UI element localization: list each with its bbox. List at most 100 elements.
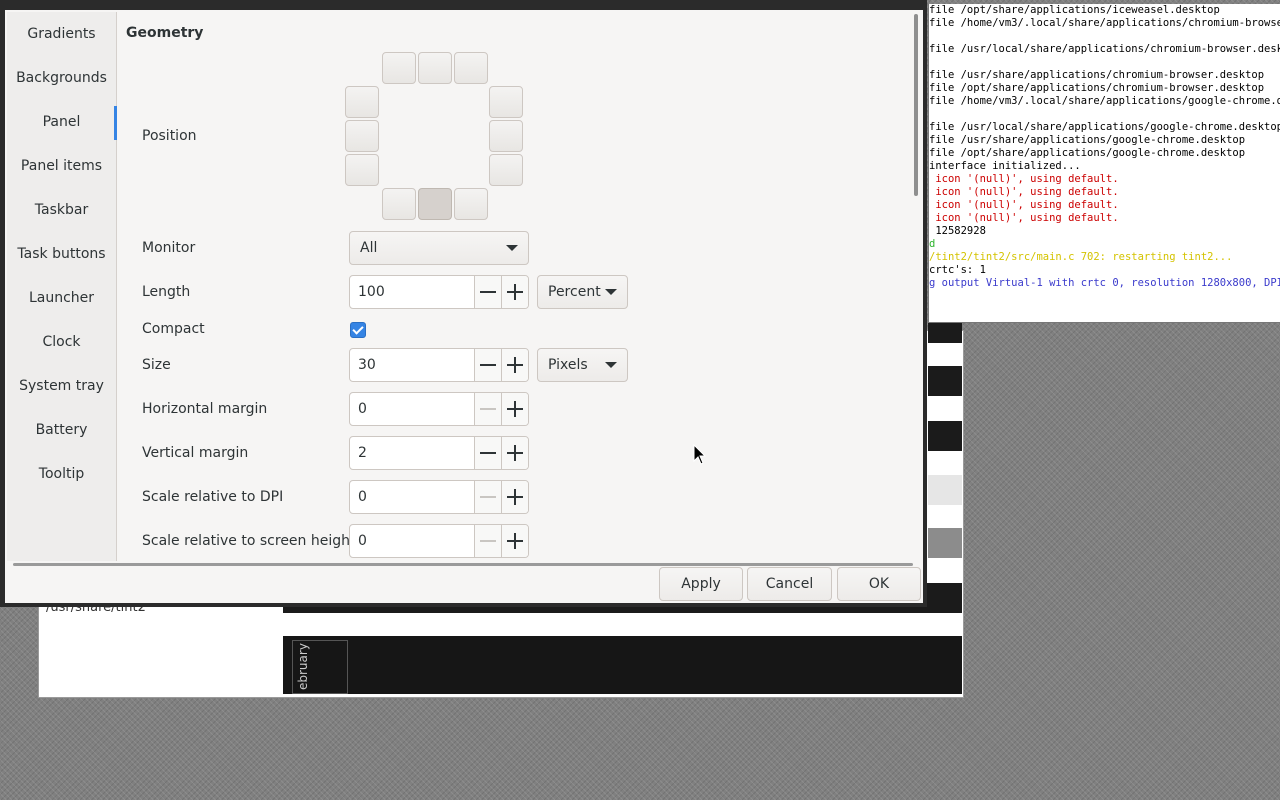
minus-icon bbox=[480, 452, 496, 454]
apply-button[interactable]: Apply bbox=[659, 567, 743, 601]
vertical-margin-label: Vertical margin bbox=[142, 445, 249, 461]
horizontal-margin-increment-button[interactable] bbox=[501, 393, 528, 425]
position-left-top-button[interactable] bbox=[345, 86, 379, 118]
preview-strip bbox=[928, 475, 962, 505]
terminal-line: g output Virtual-1 with crtc 0, resoluti… bbox=[929, 277, 1280, 289]
sidebar-item-taskbar[interactable]: Taskbar bbox=[7, 188, 116, 232]
position-right-bottom-button[interactable] bbox=[489, 154, 523, 186]
sidebar-item-label: Gradients bbox=[27, 26, 96, 42]
sidebar-item-label: Backgrounds bbox=[16, 70, 107, 86]
scale-dpi-input[interactable]: 0 bbox=[350, 481, 475, 513]
scale-screen-increment-button[interactable] bbox=[501, 525, 528, 557]
vertical-margin-decrement-button[interactable] bbox=[475, 437, 501, 469]
vertical-scrollbar[interactable] bbox=[914, 14, 918, 196]
size-label: Size bbox=[142, 357, 171, 373]
monitor-value: All bbox=[360, 240, 378, 256]
sidebar-item-battery[interactable]: Battery bbox=[7, 408, 116, 452]
chevron-down-icon bbox=[605, 289, 617, 295]
chevron-down-icon bbox=[506, 245, 518, 251]
compact-checkbox[interactable] bbox=[350, 322, 366, 338]
scale-screen-input[interactable]: 0 bbox=[350, 525, 475, 557]
terminal-line: icon '(null)', using default. bbox=[929, 186, 1119, 198]
terminal-window[interactable]: file /opt/share/applications/iceweasel.d… bbox=[928, 4, 1280, 323]
position-top-right-button[interactable] bbox=[454, 52, 488, 84]
sidebar-item-clock[interactable]: Clock bbox=[7, 320, 116, 364]
scale-dpi-decrement-button[interactable] bbox=[475, 481, 501, 513]
ok-button[interactable]: OK bbox=[837, 567, 921, 601]
position-left-center-button[interactable] bbox=[345, 120, 379, 152]
sidebar-item-system-tray[interactable]: System tray bbox=[7, 364, 116, 408]
minus-icon bbox=[480, 540, 496, 542]
horizontal-margin-decrement-button[interactable] bbox=[475, 393, 501, 425]
terminal-line: file /home/vm3/.local/share/applications… bbox=[929, 17, 1280, 29]
scale-screen-decrement-button[interactable] bbox=[475, 525, 501, 557]
sidebar-item-gradients[interactable]: Gradients bbox=[7, 12, 116, 56]
plus-icon bbox=[507, 445, 523, 461]
size-input[interactable]: 30 bbox=[350, 349, 475, 381]
section-title: Geometry bbox=[126, 25, 204, 41]
monitor-dropdown[interactable]: All bbox=[349, 231, 529, 265]
sidebar-item-task-buttons[interactable]: Task buttons bbox=[7, 232, 116, 276]
position-right-top-button[interactable] bbox=[489, 86, 523, 118]
length-unit-dropdown[interactable]: Percent bbox=[537, 275, 628, 309]
sidebar-item-label: Panel items bbox=[20, 158, 103, 174]
size-spinbutton: 30 bbox=[349, 348, 529, 382]
vertical-margin-input[interactable]: 2 bbox=[350, 437, 475, 469]
position-bottom-right-button[interactable] bbox=[454, 188, 488, 220]
length-input[interactable]: 100 bbox=[350, 276, 475, 308]
terminal-line: icon '(null)', using default. bbox=[929, 173, 1119, 185]
sidebar-item-label: Taskbar bbox=[34, 202, 89, 218]
length-unit-value: Percent bbox=[548, 284, 601, 300]
sidebar-item-backgrounds[interactable]: Backgrounds bbox=[7, 56, 116, 100]
scale-dpi-label: Scale relative to DPI bbox=[142, 489, 284, 505]
sidebar-item-label: Tooltip bbox=[38, 466, 85, 482]
cancel-button[interactable]: Cancel bbox=[747, 567, 832, 601]
chevron-down-icon bbox=[605, 362, 617, 368]
minus-icon bbox=[480, 496, 496, 498]
monitor-label: Monitor bbox=[142, 240, 196, 256]
terminal-line: file /opt/share/applications/iceweasel.d… bbox=[929, 4, 1220, 16]
plus-icon bbox=[507, 401, 523, 417]
horizontal-scrollbar[interactable] bbox=[13, 563, 913, 566]
minus-icon bbox=[480, 408, 496, 410]
vertical-margin-spinbutton: 2 bbox=[349, 436, 529, 470]
length-increment-button[interactable] bbox=[501, 276, 528, 308]
minus-icon bbox=[480, 364, 496, 366]
sidebar-item-tooltip[interactable]: Tooltip bbox=[7, 452, 116, 496]
scale-dpi-increment-button[interactable] bbox=[501, 481, 528, 513]
length-spinbutton: 100 bbox=[349, 275, 529, 309]
size-decrement-button[interactable] bbox=[475, 349, 501, 381]
sidebar-item-launcher[interactable]: Launcher bbox=[7, 276, 116, 320]
position-bottom-center-button[interactable] bbox=[418, 188, 452, 220]
preview-strip bbox=[928, 366, 962, 396]
terminal-line: icon '(null)', using default. bbox=[929, 212, 1119, 224]
sidebar-item-label: Task buttons bbox=[17, 246, 106, 262]
size-unit-value: Pixels bbox=[548, 357, 588, 373]
length-label: Length bbox=[142, 284, 191, 300]
sidebar-item-panel[interactable]: Panel bbox=[7, 100, 117, 144]
size-unit-dropdown[interactable]: Pixels bbox=[537, 348, 628, 382]
sidebar-item-panel-items[interactable]: Panel items bbox=[7, 144, 116, 188]
position-right-center-button[interactable] bbox=[489, 120, 523, 152]
terminal-line: file /opt/share/applications/chromium-br… bbox=[929, 82, 1265, 94]
length-decrement-button[interactable] bbox=[475, 276, 501, 308]
panel-settings-dialog: Gradients Backgrounds Panel Panel items … bbox=[0, 0, 927, 607]
mouse-pointer-icon bbox=[693, 444, 707, 465]
plus-icon bbox=[507, 489, 523, 505]
panel-preview bbox=[283, 636, 962, 694]
terminal-line: file /home/vm3/.local/share/applications… bbox=[929, 95, 1280, 107]
position-bottom-left-button[interactable] bbox=[382, 188, 416, 220]
terminal-line: 12582928 bbox=[929, 225, 986, 237]
terminal-line: /tint2/tint2/src/main.c 702: restarting … bbox=[929, 251, 1233, 263]
size-increment-button[interactable] bbox=[501, 349, 528, 381]
horizontal-margin-spinbutton: 0 bbox=[349, 392, 529, 426]
sidebar-item-label: Panel bbox=[42, 114, 81, 130]
position-top-left-button[interactable] bbox=[382, 52, 416, 84]
position-left-bottom-button[interactable] bbox=[345, 154, 379, 186]
preview-strip bbox=[928, 528, 962, 558]
vertical-margin-increment-button[interactable] bbox=[501, 437, 528, 469]
position-top-center-button[interactable] bbox=[418, 52, 452, 84]
horizontal-margin-input[interactable]: 0 bbox=[350, 393, 475, 425]
settings-sidebar: Gradients Backgrounds Panel Panel items … bbox=[7, 12, 117, 561]
horizontal-margin-label: Horizontal margin bbox=[142, 401, 268, 417]
